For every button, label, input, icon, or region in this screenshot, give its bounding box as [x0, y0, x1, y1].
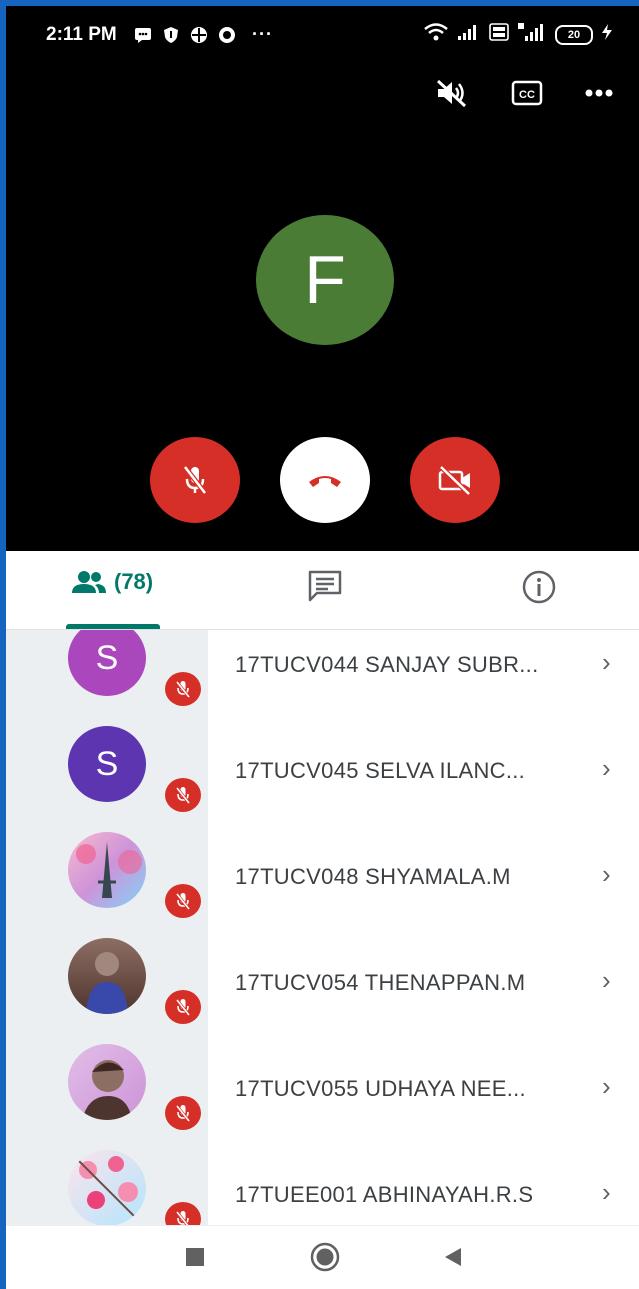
participant-name: 17TUCV044 SANJAY SUBR...: [235, 652, 539, 677]
more-notifications-icon: ···: [252, 24, 273, 44]
square-icon: [186, 1248, 204, 1266]
avatar-photo: [68, 938, 146, 1014]
camera-off-button[interactable]: [410, 437, 500, 523]
chat-icon: [308, 570, 342, 602]
participant-name: 17TUCV055 UDHAYA NEE...: [235, 1076, 526, 1101]
svg-text:CC: CC: [519, 89, 535, 101]
participants-panel: (78) S 17TUCV044 SANJAY SUBR... › S 17TU…: [6, 551, 639, 1225]
signal-4g-icon: [517, 22, 547, 47]
participant-row[interactable]: 17TUCV055 UDHAYA NEE... ›: [6, 1044, 639, 1150]
chevron-right-icon[interactable]: ›: [602, 1177, 611, 1208]
grid-icon: [190, 26, 208, 44]
chevron-right-icon[interactable]: ›: [602, 859, 611, 890]
wifi-icon: [423, 23, 449, 46]
avatar: S: [68, 630, 146, 696]
chevron-right-icon[interactable]: ›: [602, 1071, 611, 1102]
camera-off-icon: [438, 465, 471, 496]
end-call-button[interactable]: [280, 437, 370, 523]
shield-icon: [162, 26, 180, 44]
avatar: S: [68, 726, 146, 802]
mic-off-icon: [183, 465, 207, 495]
more-options-icon[interactable]: [585, 89, 613, 97]
muted-icon: [163, 988, 203, 1026]
chevron-right-icon[interactable]: ›: [602, 647, 611, 678]
muted-icon: [163, 1200, 203, 1225]
participant-row[interactable]: 17TUCV048 SHYAMALA.M ›: [6, 832, 639, 938]
chevron-right-icon[interactable]: ›: [602, 965, 611, 996]
tab-chat[interactable]: [307, 569, 343, 603]
people-icon: [72, 571, 106, 593]
mic-off-button[interactable]: [150, 437, 240, 523]
panel-tabs: (78): [6, 551, 639, 630]
presenter-avatar: F: [256, 215, 394, 345]
signal-icon: [457, 23, 481, 46]
battery-icon: 20: [555, 24, 593, 45]
back-triangle-icon: [445, 1248, 461, 1266]
participant-row[interactable]: S 17TUCV044 SANJAY SUBR... ›: [6, 630, 639, 726]
circle-icon: [310, 1242, 340, 1272]
tab-people[interactable]: (78): [70, 569, 153, 595]
people-count: (78): [114, 569, 154, 594]
info-icon: [522, 570, 556, 604]
record-icon: [218, 26, 236, 44]
chevron-right-icon[interactable]: ›: [602, 753, 611, 784]
participant-name: 17TUCV054 THENAPPAN.M: [235, 970, 526, 995]
status-time: 2:11 PM: [46, 24, 117, 45]
system-nav-bar: [6, 1225, 639, 1289]
home-button[interactable]: [310, 1242, 340, 1277]
participant-row[interactable]: 17TUCV054 THENAPPAN.M ›: [6, 938, 639, 1044]
avatar-photo: [68, 832, 146, 908]
back-button[interactable]: [442, 1246, 464, 1273]
muted-icon: [163, 882, 203, 920]
end-call-icon: [309, 476, 341, 487]
avatar-photo: [68, 1044, 146, 1120]
active-tab-indicator: [66, 624, 160, 629]
tab-info[interactable]: [521, 569, 557, 605]
volte-icon: [489, 23, 509, 46]
app-screen: 2:11 PM ··· 20 CC F (78) S 17TUCV044 SAN…: [6, 6, 639, 1289]
message-icon: [134, 26, 152, 44]
participant-name: 17TUCV045 SELVA ILANC...: [235, 758, 526, 783]
muted-icon: [163, 776, 203, 814]
avatar-photo: [68, 1150, 146, 1225]
charging-icon: [601, 23, 613, 46]
participant-row[interactable]: 17TUEE001 ABHINAYAH.R.S ›: [6, 1150, 639, 1225]
recents-button[interactable]: [184, 1246, 206, 1273]
speaker-off-icon[interactable]: [435, 78, 469, 108]
participant-name: 17TUEE001 ABHINAYAH.R.S: [235, 1182, 534, 1207]
muted-icon: [163, 1094, 203, 1132]
captions-icon[interactable]: CC: [511, 80, 543, 106]
muted-icon: [163, 670, 203, 708]
participant-list[interactable]: S 17TUCV044 SANJAY SUBR... › S 17TUCV045…: [6, 630, 639, 1225]
participant-name: 17TUCV048 SHYAMALA.M: [235, 864, 511, 889]
participant-row[interactable]: S 17TUCV045 SELVA ILANC... ›: [6, 726, 639, 832]
status-bar: 2:11 PM ··· 20: [6, 6, 639, 62]
